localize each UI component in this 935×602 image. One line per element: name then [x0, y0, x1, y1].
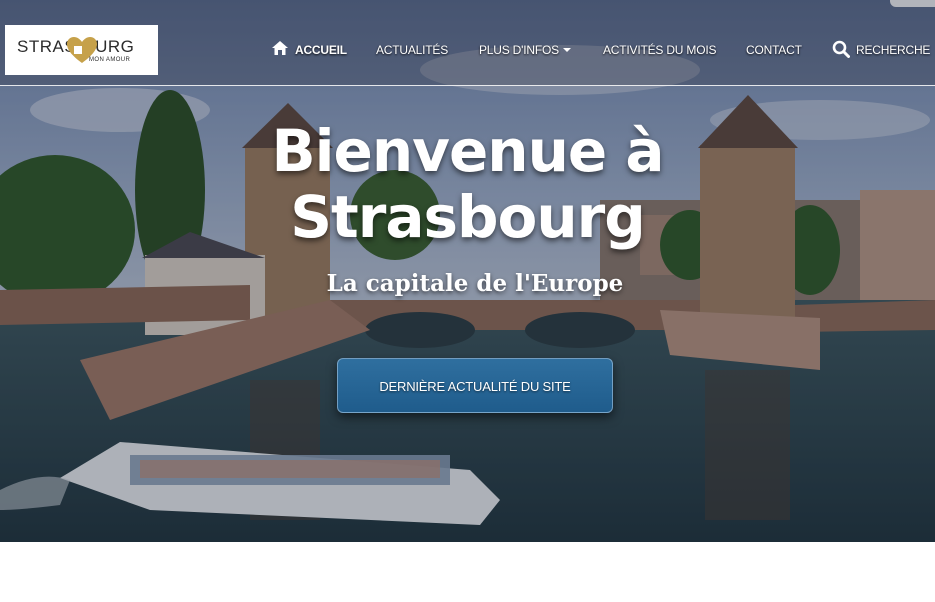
hero-title-line1: Bienvenue à: [271, 117, 664, 185]
nav-label-plus-infos: PLUS D'INFOS: [479, 43, 559, 57]
caret-down-icon: [562, 48, 571, 52]
latest-news-button[interactable]: DERNIÈRE ACTUALITÉ DU SITE: [337, 358, 613, 413]
nav-item-accueil[interactable]: ACCUEIL: [271, 38, 347, 62]
main-nav: ACCUEIL ACTUALITÉS PLUS D'INFOS ACTIVITÉ…: [0, 38, 935, 62]
nav-item-plus-infos[interactable]: PLUS D'INFOS: [479, 38, 571, 62]
search-icon: [832, 40, 850, 58]
nav-item-contact[interactable]: CONTACT: [746, 38, 802, 62]
hero-title-line2: Strasbourg: [290, 183, 646, 251]
nav-label-contact: CONTACT: [746, 43, 802, 57]
hero-subtitle: La capitale de l'Europe: [326, 270, 624, 297]
nav-label-accueil: ACCUEIL: [295, 43, 347, 57]
nav-item-actualites[interactable]: ACTUALITÉS: [376, 38, 448, 62]
nav-item-recherche[interactable]: RECHERCHE: [832, 38, 930, 62]
nav-label-activites: ACTIVITÉS DU MOIS: [603, 43, 717, 57]
nav-item-activites[interactable]: ACTIVITÉS DU MOIS: [603, 38, 716, 62]
nav-label-actualites: ACTUALITÉS: [376, 43, 449, 57]
home-icon: [272, 41, 288, 55]
nav-label-recherche: RECHERCHE: [856, 43, 931, 57]
top-navbar: STRAS OURG MON AMOUR ACCUEIL ACTUALITÉS …: [0, 0, 935, 86]
hero-title: Bienvenue à Strasbourg: [0, 118, 935, 250]
